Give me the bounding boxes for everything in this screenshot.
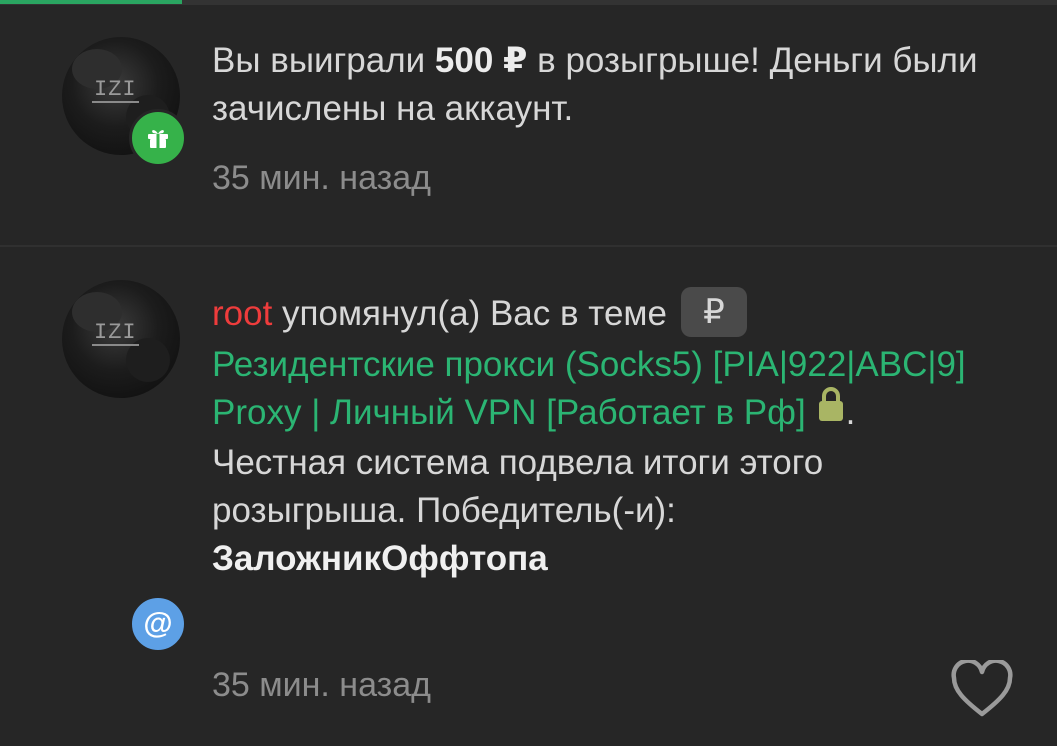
notification-item[interactable]: IZI Вы выиграли 500 ₽ в розыгрыше! Деньг…: [0, 5, 1057, 245]
winner-name[interactable]: ЗаложникОффтопа: [212, 539, 548, 578]
avatar-logo: IZI: [92, 320, 139, 346]
at-icon: @: [143, 607, 173, 640]
thread-period: .: [845, 392, 856, 432]
username-link[interactable]: root: [212, 294, 272, 333]
gift-badge: [129, 109, 187, 167]
notification-feed: IZI Вы выиграли 500 ₽ в розыгрыше! Деньг…: [0, 5, 1057, 746]
mention-text: упомянул(а) Вас в теме: [272, 294, 667, 333]
heart-icon[interactable]: [950, 660, 1014, 718]
avatar-logo: IZI: [92, 77, 139, 103]
active-tab-indicator: [0, 0, 182, 4]
mention-badge: @: [129, 595, 187, 653]
notification-text: root упомянул(а) Вас в теме ₽ Резидентски…: [212, 286, 1012, 583]
notification-time: 35 мин. назад: [212, 159, 431, 197]
mention-body-text: Честная система подвела итоги этого розы…: [212, 443, 824, 530]
prize-amount: 500 ₽: [434, 41, 528, 80]
lock-icon: [816, 386, 846, 435]
thread-prefix-badge[interactable]: ₽: [680, 286, 747, 337]
notification-time: 35 мин. назад: [212, 666, 431, 704]
gift-icon: [148, 130, 168, 148]
notification-text: Вы выиграли 500 ₽ в розыгрыше! Деньги бы…: [212, 37, 1012, 133]
notification-item[interactable]: IZI @ root упомянул(а) Вас в теме ₽ Резид…: [0, 247, 1057, 746]
notification-text-start: Вы выиграли: [212, 41, 435, 80]
avatar[interactable]: IZI: [62, 280, 180, 398]
